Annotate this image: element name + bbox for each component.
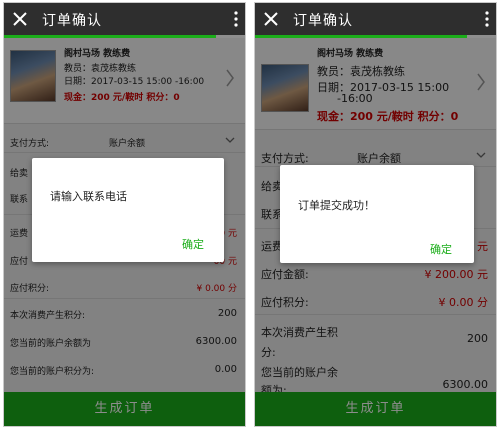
amount-label: 应付金额: bbox=[261, 268, 309, 281]
title-bar: 订单确认 bbox=[4, 3, 245, 35]
product-date-end: -16:00 bbox=[337, 92, 373, 105]
product-coach: 教员：袁茂栋教练 bbox=[64, 64, 137, 74]
divider bbox=[4, 152, 245, 153]
divider bbox=[255, 314, 496, 315]
points-balance-label: 您当前的账户积分为: bbox=[10, 367, 95, 377]
pay-method-label: 支付方式: bbox=[261, 152, 309, 165]
chevron-right-icon bbox=[477, 73, 485, 91]
title-bar: 订单确认 bbox=[255, 3, 496, 35]
amount-value: ¥ 200.00 元 bbox=[424, 268, 488, 281]
pay-method-value: 账户余额 bbox=[357, 152, 401, 165]
left-screen: 订单确认 阁村马场 教练费 教员：袁茂栋教练 日期：2017-03-15 15:… bbox=[3, 2, 246, 427]
points-label: 应付积分: bbox=[261, 296, 309, 309]
balance-value: 6300.00 bbox=[442, 378, 489, 391]
balance-label: 您当前的账户余 bbox=[261, 366, 338, 379]
more-vertical-icon[interactable] bbox=[233, 10, 239, 28]
balance-value: 6300.00 bbox=[195, 336, 237, 347]
product-title: 阁村马场 教练费 bbox=[64, 49, 131, 59]
pay-method-label: 支付方式: bbox=[10, 139, 50, 149]
product-price: 现金：200 元/鞍时 积分：0 bbox=[64, 93, 180, 103]
earned-value: 200 bbox=[217, 308, 237, 319]
pay-method-value: 账户余额 bbox=[109, 139, 146, 149]
divider bbox=[4, 298, 245, 299]
earned-label: 本次消费产生积 bbox=[261, 326, 338, 339]
product-coach: 教员：袁茂栋教练 bbox=[317, 65, 405, 78]
points-value: ¥ 0.00 分 bbox=[196, 284, 238, 294]
submit-order-label: 生成订单 bbox=[94, 401, 155, 416]
earned-value: 200 bbox=[467, 332, 488, 345]
dialog-ok-button[interactable]: 确定 bbox=[430, 241, 452, 257]
chevron-down-icon bbox=[476, 152, 486, 158]
product-card[interactable]: 阁村马场 教练费 教员：袁茂栋教练 日期：2017-03-15 15:00 -1… bbox=[4, 38, 245, 124]
submit-order-label: 生成订单 bbox=[345, 401, 406, 416]
shipping-label: 运费 bbox=[10, 229, 29, 239]
points-label: 应付积分: bbox=[10, 284, 50, 294]
earned-label: 本次消费产生积分: bbox=[10, 311, 86, 321]
points-value: ¥ 0.00 分 bbox=[438, 296, 488, 309]
chevron-right-icon bbox=[226, 69, 234, 87]
product-thumbnail bbox=[10, 50, 56, 102]
more-vertical-icon[interactable] bbox=[484, 10, 490, 28]
success-dialog: 订单提交成功！ 确定 bbox=[280, 165, 474, 263]
product-price: 现金：200 元/鞍时 积分：0 bbox=[317, 110, 459, 123]
product-date: 日期：2017-03-15 15:00 -16:00 bbox=[64, 77, 205, 87]
contact-label: 联系 bbox=[10, 195, 29, 205]
chevron-down-icon bbox=[225, 137, 235, 143]
balance-label: 您当前的账户余额为 bbox=[10, 339, 92, 349]
page-title: 订单确认 bbox=[42, 13, 102, 29]
alert-dialog: 请输入联系电话 确定 bbox=[32, 158, 224, 262]
dialog-message: 订单提交成功！ bbox=[298, 199, 375, 212]
earned-label-cont: 分: bbox=[261, 346, 276, 359]
product-card[interactable]: 阁村马场 教练费 教员：袁茂栋教练 日期：2017-03-15 15:00 -1… bbox=[255, 38, 496, 130]
product-title: 阁村马场 教练费 bbox=[317, 49, 384, 59]
amount-label: 应付 bbox=[10, 257, 29, 267]
dialog-message: 请输入联系电话 bbox=[50, 190, 127, 203]
dialog-ok-button[interactable]: 确定 bbox=[182, 236, 204, 252]
right-screen: 订单确认 阁村马场 教练费 教员：袁茂栋教练 日期：2017-03-15 15:… bbox=[254, 2, 497, 427]
submit-order-button[interactable]: 生成订单 bbox=[255, 392, 496, 426]
seller-label: 给卖 bbox=[10, 169, 29, 179]
product-thumbnail bbox=[261, 64, 309, 112]
submit-order-button[interactable]: 生成订单 bbox=[4, 392, 245, 426]
close-icon[interactable] bbox=[11, 10, 29, 28]
close-icon[interactable] bbox=[262, 10, 280, 28]
page-title: 订单确认 bbox=[293, 13, 353, 29]
points-balance-value: 0.00 bbox=[214, 364, 237, 375]
